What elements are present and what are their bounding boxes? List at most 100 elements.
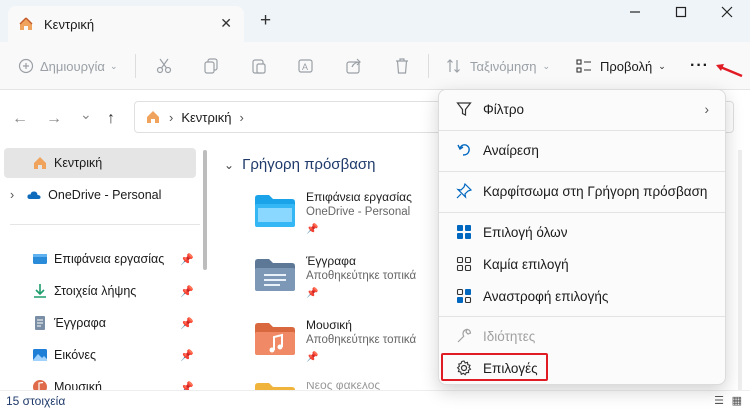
cut-icon [156, 58, 172, 74]
quick-access-item[interactable]: Επιφάνεια εργασίας OneDrive - Personal 📌 [254, 190, 444, 246]
breadcrumb-separator: › [169, 109, 174, 125]
options-highlight-annotation [441, 353, 548, 381]
quick-access-header[interactable]: ⌄ Γρήγορη πρόσβαση [224, 156, 375, 173]
copy-icon [204, 58, 218, 74]
divider [428, 54, 429, 78]
close-icon [721, 6, 733, 18]
chevron-down-icon: ⌄ [542, 60, 550, 71]
share-button[interactable] [345, 54, 363, 78]
pin-icon [455, 182, 473, 200]
menu-divider [439, 130, 725, 131]
menu-item-filter[interactable]: Φίλτρο › [443, 94, 723, 124]
item-name: Νέος φάκελος [306, 382, 381, 390]
rename-icon: A [298, 59, 313, 73]
up-button[interactable]: ↑ [107, 110, 115, 128]
menu-item-label: Αναστροφή επιλογής [483, 288, 609, 304]
tab-home[interactable]: Κεντρική ✕ [8, 6, 244, 42]
close-window-button[interactable] [704, 2, 750, 22]
paste-icon [252, 59, 266, 74]
new-button[interactable]: Δημιουργία ⌄ [18, 54, 117, 78]
sort-button[interactable]: Ταξινόμηση ⌄ [446, 54, 550, 78]
maximize-icon [675, 6, 687, 18]
picture-icon [33, 349, 47, 361]
item-location: OneDrive - Personal [306, 206, 411, 218]
view-button[interactable]: Προβολή ⌄ [576, 54, 666, 78]
menu-item-label: Επιλογή όλων [483, 224, 568, 240]
close-tab-icon[interactable]: ✕ [220, 15, 232, 32]
chevron-down-icon[interactable]: ⌄ [224, 158, 234, 172]
status-bar: 15 στοιχεία ☰ ▦ [0, 390, 750, 410]
pin-icon: 📌 [306, 288, 319, 299]
menu-item-select-none[interactable]: Καμία επιλογή [443, 249, 723, 279]
svg-text:A: A [302, 62, 308, 72]
recent-locations-button[interactable]: ⌄ [80, 106, 92, 123]
copy-button[interactable] [202, 54, 220, 78]
chevron-down-icon: ⌄ [109, 60, 118, 71]
rename-button[interactable]: A [297, 54, 315, 78]
chevron-right-icon[interactable]: › [10, 188, 14, 202]
more-options-button[interactable]: ··· [690, 54, 709, 78]
sidebar-scrollbar[interactable] [203, 150, 207, 270]
sidebar-item-home[interactable]: Κεντρική [4, 148, 196, 178]
folder-icon [255, 383, 295, 390]
item-name: Έγγραφα [306, 254, 356, 268]
item-location: Αποθηκεύτηκε τοπικά [306, 270, 417, 282]
chevron-right-icon: › [704, 101, 710, 117]
minimize-button[interactable] [612, 2, 658, 22]
sidebar-item-desktop[interactable]: Επιφάνεια εργασίας 📌 [0, 244, 200, 274]
sidebar-item-documents[interactable]: Έγγραφα 📌 [0, 308, 200, 338]
new-label: Δημιουργία [40, 58, 105, 74]
menu-item-invert-selection[interactable]: Αναστροφή επιλογής [443, 281, 723, 311]
maximize-button[interactable] [658, 2, 704, 22]
breadcrumb-separator: › [239, 109, 244, 125]
sidebar-item-downloads[interactable]: Στοιχεία λήψης 📌 [0, 276, 200, 306]
sidebar-item-pictures[interactable]: Εικόνες 📌 [0, 340, 200, 370]
more-options-menu: Φίλτρο › Αναίρεση Καρφίτσωμα στη Γρήγορη… [438, 89, 726, 385]
new-tab-button[interactable]: + [260, 10, 271, 32]
tiles-view-icon[interactable]: ▦ [732, 394, 742, 407]
select-none-icon [455, 255, 473, 273]
paste-button[interactable] [250, 54, 268, 78]
quick-access-item[interactable]: Έγγραφα Αποθηκεύτηκε τοπικά 📌 [254, 254, 444, 310]
sort-icon [447, 59, 460, 73]
desktop-folder-icon [255, 195, 295, 227]
pin-icon[interactable]: 📌 [180, 253, 194, 266]
red-arrow-annotation-icon [716, 64, 743, 78]
delete-button[interactable] [393, 54, 411, 78]
cut-button[interactable] [155, 54, 173, 78]
cloud-icon [27, 191, 41, 199]
command-bar: Δημιουργία ⌄ A Ταξινόμηση ⌄ Προβολή ⌄ ··… [0, 42, 750, 90]
quick-access-item[interactable]: Μουσική Αποθηκεύτηκε τοπικά 📌 [254, 318, 444, 374]
documents-folder-icon [255, 259, 295, 291]
section-title: Γρήγορη πρόσβαση [242, 156, 376, 173]
menu-item-label: Αναίρεση [483, 142, 539, 158]
menu-divider [439, 212, 725, 213]
menu-item-undo[interactable]: Αναίρεση [443, 135, 723, 165]
details-view-icon[interactable]: ☰ [714, 394, 724, 407]
divider [10, 224, 200, 225]
wrench-icon [455, 327, 473, 345]
sidebar-item-onedrive[interactable]: › OneDrive - Personal [0, 180, 200, 210]
desktop-icon [33, 254, 47, 264]
add-circle-icon [18, 58, 34, 74]
invert-selection-icon [455, 287, 473, 305]
menu-item-label: Φίλτρο [483, 101, 525, 117]
pin-icon[interactable]: 📌 [180, 285, 194, 298]
quick-access-item[interactable]: Νέος φάκελος [254, 382, 444, 390]
breadcrumb-home[interactable]: Κεντρική [181, 110, 231, 125]
menu-divider [439, 171, 725, 172]
back-button[interactable]: ← [12, 110, 28, 128]
menu-item-pin-quick-access[interactable]: Καρφίτσωμα στη Γρήγορη πρόσβαση [443, 176, 723, 206]
view-label: Προβολή [600, 58, 653, 74]
select-all-icon [455, 223, 473, 241]
pin-icon[interactable]: 📌 [180, 317, 194, 330]
trash-icon [396, 58, 408, 74]
forward-button[interactable]: → [46, 110, 62, 128]
home-icon [34, 157, 46, 169]
pin-icon[interactable]: 📌 [180, 349, 194, 362]
menu-item-select-all[interactable]: Επιλογή όλων [443, 217, 723, 247]
content-scrollbar[interactable] [738, 150, 742, 390]
menu-item-label: Καμία επιλογή [483, 256, 569, 272]
filter-icon [455, 100, 473, 118]
divider [135, 54, 136, 78]
